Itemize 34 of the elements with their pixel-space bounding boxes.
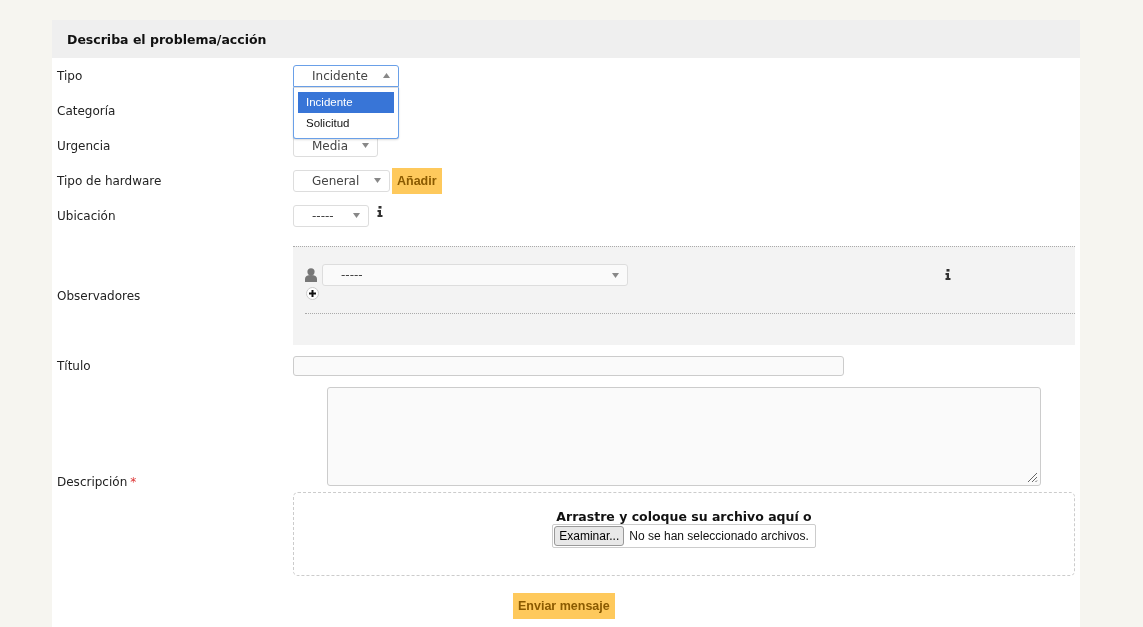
caret-down-icon bbox=[612, 272, 619, 278]
field-label: Categoría bbox=[57, 103, 117, 118]
section-title: Describa el problema/acción bbox=[67, 31, 267, 47]
file-status: No se han seleccionado archivos. bbox=[629, 529, 809, 543]
dropdown[interactable]: ----- bbox=[293, 204, 369, 227]
dropdown-option[interactable]: Incidente bbox=[298, 91, 394, 113]
drop-zone-text: Arrastre y coloque su archivo aquí o bbox=[556, 509, 812, 524]
dropdown[interactable]: Incidente bbox=[293, 64, 399, 87]
field-label: Observadores bbox=[57, 288, 142, 303]
field-label: Urgencia bbox=[57, 138, 112, 153]
caret-up-icon bbox=[383, 73, 390, 78]
add-button[interactable]: Añadir bbox=[392, 167, 442, 194]
file-input[interactable]: Examinar... No se han seleccionado archivos. bbox=[552, 524, 816, 548]
dropdown[interactable]: ----- bbox=[322, 264, 628, 286]
dropdown-option[interactable]: Solicitud bbox=[298, 112, 394, 134]
field-label: Tipo bbox=[57, 68, 84, 83]
info-icon bbox=[945, 269, 951, 280]
field-label: Ubicación bbox=[57, 208, 117, 223]
resize-grip-icon bbox=[1026, 471, 1038, 483]
submit-button[interactable]: Enviar mensaje bbox=[513, 593, 615, 619]
field-label: Descripción bbox=[57, 474, 128, 489]
add-icon[interactable] bbox=[306, 287, 319, 300]
caret-down-icon bbox=[353, 213, 360, 218]
field-label: Tipo de hardware bbox=[57, 173, 163, 188]
caret-down-icon bbox=[362, 143, 369, 148]
required-mark: * bbox=[130, 474, 137, 489]
title-input[interactable] bbox=[293, 356, 844, 376]
dropdown[interactable]: General bbox=[293, 169, 390, 192]
file-drop-zone[interactable]: Arrastre y coloque su archivo aquí o Examinar... No se han seleccionado archivos. bbox=[293, 492, 1075, 576]
person-icon bbox=[305, 268, 317, 282]
description-textarea[interactable] bbox=[327, 387, 1041, 486]
field-label: Título bbox=[57, 359, 92, 373]
browse-button[interactable]: Examinar... bbox=[554, 526, 625, 546]
caret-down-icon bbox=[374, 178, 381, 183]
